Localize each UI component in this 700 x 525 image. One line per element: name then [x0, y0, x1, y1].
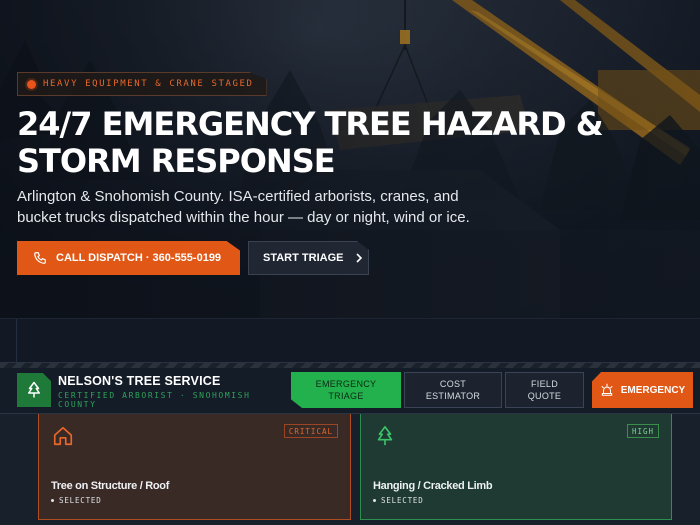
severity-badge: HIGH [626, 424, 659, 438]
page-title-line-1: 24/7 EMERGENCY TREE HAZARD & [17, 105, 604, 143]
status-dot-icon [51, 499, 54, 502]
app-navbar: NELSON'S TREE SERVICE CERTIFIED ARBORIST… [0, 362, 700, 414]
page-title-line-2: STORM RESPONSE [17, 142, 336, 180]
call-dispatch-label: CALL DISPATCH · 360-555-0199 [56, 252, 222, 264]
call-dispatch-button[interactable]: CALL DISPATCH · 360-555-0199 [17, 241, 240, 275]
card-status: SELECTED [51, 496, 102, 505]
tab-label-line-1: COST [439, 379, 467, 389]
tab-field-quote[interactable]: FIELD QUOTE [505, 372, 584, 408]
section-spacer [0, 318, 700, 364]
tree-icon [377, 426, 393, 446]
hazard-stripe [0, 363, 700, 368]
emergency-button[interactable]: EMERGENCY [592, 372, 693, 408]
card-title: Tree on Structure / Roof [51, 480, 170, 492]
card-status-text: SELECTED [59, 496, 102, 505]
tab-label-line-2: ESTIMATOR [425, 391, 481, 401]
phone-icon [34, 252, 46, 264]
start-triage-button[interactable]: START TRIAGE [248, 241, 369, 275]
house-icon [53, 426, 73, 446]
tab-field-quote-label: FIELD QUOTE [528, 378, 562, 402]
triage-card-tree-on-structure[interactable]: CRITICAL Tree on Structure / Roof SELECT… [38, 414, 351, 520]
tab-emergency-triage-label: EMERGENCY TRIAGE [316, 378, 377, 402]
tree-icon [28, 381, 40, 398]
status-dot-icon [27, 79, 36, 89]
chevron-right-icon [356, 253, 363, 263]
equipment-status-text: HEAVY EQUIPMENT & CRANE STAGED [43, 79, 254, 89]
triage-options: CRITICAL Tree on Structure / Roof SELECT… [0, 414, 700, 525]
emergency-button-label: EMERGENCY [620, 384, 686, 396]
tab-emergency-triage[interactable]: EMERGENCY TRIAGE [291, 372, 401, 408]
siren-icon [601, 383, 613, 396]
equipment-status-tag: HEAVY EQUIPMENT & CRANE STAGED [17, 72, 267, 96]
brand-name: NELSON'S TREE SERVICE [58, 374, 221, 388]
divider [16, 319, 17, 364]
triage-card-hanging-limb[interactable]: HIGH Hanging / Cracked Limb SELECTED [360, 414, 672, 520]
page-title: 24/7 EMERGENCY TREE HAZARD & STORM RESPO… [17, 106, 657, 180]
brand-logo[interactable] [17, 373, 51, 407]
card-status-text: SELECTED [381, 496, 424, 505]
tab-cost-estimator-label: COST ESTIMATOR [426, 378, 480, 402]
start-triage-label: START TRIAGE [263, 252, 344, 264]
tab-cost-estimator[interactable]: COST ESTIMATOR [404, 372, 502, 408]
status-dot-icon [373, 499, 376, 502]
card-status: SELECTED [373, 496, 424, 505]
brand-tagline: CERTIFIED ARBORIST · SNOHOMISH COUNTY [58, 391, 251, 409]
tab-label-line-1: EMERGENCY [315, 379, 377, 389]
tab-label-line-2: QUOTE [527, 391, 562, 401]
tab-label-line-1: FIELD [530, 379, 558, 389]
hero-subtitle: Arlington & Snohomish County. ISA-certif… [17, 188, 470, 226]
hero-section: HEAVY EQUIPMENT & CRANE STAGED 24/7 EMER… [0, 0, 700, 318]
severity-badge: CRITICAL [283, 424, 338, 438]
tab-label-line-2: TRIAGE [328, 391, 364, 401]
card-title: Hanging / Cracked Limb [373, 480, 493, 492]
